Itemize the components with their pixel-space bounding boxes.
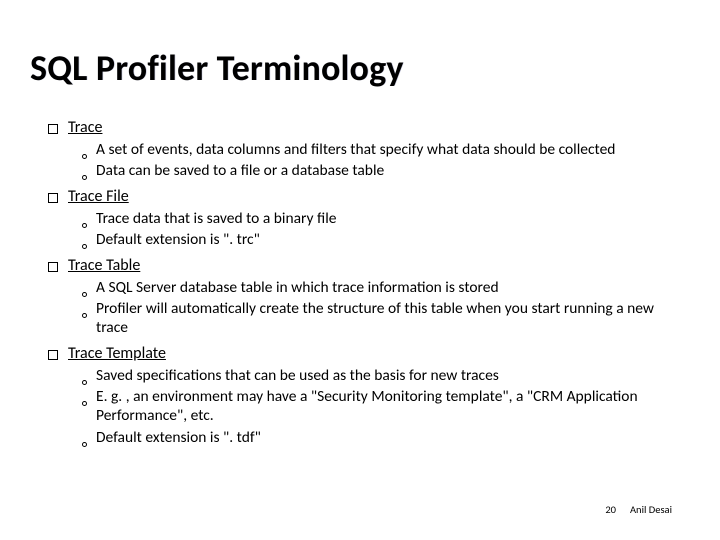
slide-footer: 20 Anil Desai (605, 503, 672, 516)
circle-bullet-icon (82, 401, 87, 406)
subbullet: Default extension is ". tdf" (82, 428, 680, 447)
point-text: Trace data that is saved to a binary fil… (96, 209, 337, 228)
bullet-trace-file: Trace File (48, 187, 680, 207)
author-name: Anil Desai (630, 503, 672, 516)
heading-trace-template: Trace Template (68, 344, 166, 364)
heading-trace-file: Trace File (68, 187, 129, 207)
slide: SQL Profiler Terminology SQL Profiler Te… (0, 0, 720, 540)
title-text: SQL Profiler Terminology (30, 46, 404, 90)
circle-bullet-icon (82, 442, 87, 447)
circle-bullet-icon (82, 154, 87, 159)
circle-bullet-icon (82, 175, 87, 180)
heading-trace: Trace (68, 118, 102, 138)
point-text: Saved specifications that can be used as… (96, 366, 499, 385)
subbullet: Trace data that is saved to a binary fil… (82, 209, 680, 228)
point-text: E. g. , an environment may have a "Secur… (96, 387, 680, 426)
square-bullet-icon (48, 350, 58, 360)
point-text: A set of events, data columns and filter… (96, 140, 615, 159)
square-bullet-icon (48, 262, 58, 272)
point-text: Default extension is ". trc" (96, 230, 260, 249)
slide-title: SQL Profiler Terminology SQL Profiler Te… (30, 46, 404, 90)
circle-bullet-icon (82, 244, 87, 249)
bullet-trace: Trace (48, 118, 680, 138)
point-text: A SQL Server database table in which tra… (96, 278, 499, 297)
subbullet: E. g. , an environment may have a "Secur… (82, 387, 680, 426)
circle-bullet-icon (82, 380, 87, 385)
point-text: Profiler will automatically create the s… (96, 299, 680, 338)
slide-content: Trace A set of events, data columns and … (48, 112, 680, 447)
bullet-trace-table: Trace Table (48, 256, 680, 276)
subbullet: Default extension is ". trc" (82, 230, 680, 249)
square-bullet-icon (48, 193, 58, 203)
subbullet: Profiler will automatically create the s… (82, 299, 680, 338)
subbullet: A set of events, data columns and filter… (82, 140, 680, 159)
circle-bullet-icon (82, 223, 87, 228)
circle-bullet-icon (82, 292, 87, 297)
subbullet: Saved specifications that can be used as… (82, 366, 680, 385)
square-bullet-icon (48, 124, 58, 134)
bullet-trace-template: Trace Template (48, 344, 680, 364)
circle-bullet-icon (82, 313, 87, 318)
subbullet: Data can be saved to a file or a databas… (82, 161, 680, 180)
subbullet: A SQL Server database table in which tra… (82, 278, 680, 297)
point-text: Default extension is ". tdf" (96, 428, 261, 447)
heading-trace-table: Trace Table (68, 256, 140, 276)
page-number: 20 (605, 503, 616, 516)
point-text: Data can be saved to a file or a databas… (96, 161, 384, 180)
